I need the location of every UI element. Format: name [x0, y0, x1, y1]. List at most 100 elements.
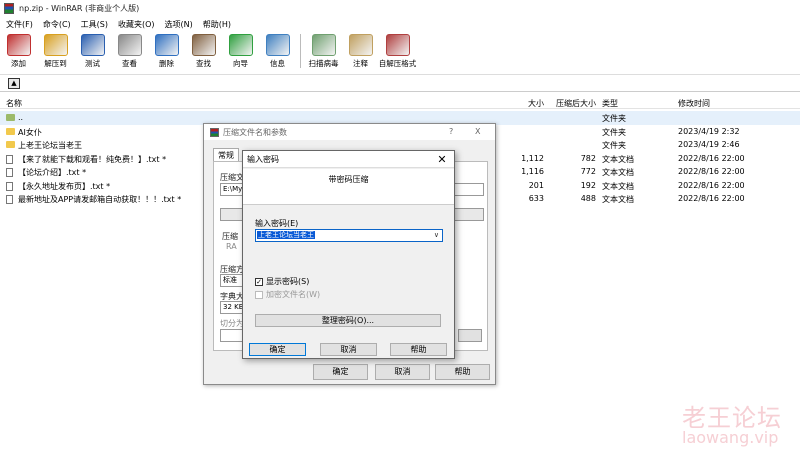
toolbar-label: 查找 — [196, 59, 211, 68]
cell-name: 上老王论坛当老王 — [18, 141, 82, 150]
toolbar-label: 向导 — [233, 59, 248, 68]
up-folder-icon[interactable]: ▲ — [8, 77, 20, 89]
cell-size: 201 — [528, 180, 544, 190]
winrar-small-icon — [210, 127, 219, 137]
password-ok-button[interactable]: 确定 — [249, 343, 306, 356]
title-bar: np.zip - WinRAR (非商业个人版) — [0, 0, 800, 17]
menu-favorites[interactable]: 收藏夹(O) — [118, 19, 155, 30]
toolbar-label: 解压到 — [44, 59, 67, 68]
password-dialog-heading: 带密码压缩 — [243, 169, 454, 205]
add-books-icon — [6, 34, 31, 56]
toolbar-label: 查看 — [122, 59, 137, 68]
password-help-button[interactable]: 帮助 — [390, 343, 447, 356]
encrypt-filenames-checkbox[interactable]: 加密文件名(W) — [255, 289, 320, 300]
encrypt-filenames-label: 加密文件名(W) — [266, 290, 321, 299]
menu-options[interactable]: 选项(N) — [165, 19, 193, 30]
password-label: 输入密码(E) — [255, 219, 299, 228]
tab-general[interactable]: 常规 — [213, 148, 239, 162]
toolbar-button-6[interactable]: 向导 — [222, 31, 259, 71]
wizard-icon — [228, 34, 253, 56]
menu-help[interactable]: 帮助(H) — [203, 19, 231, 30]
chevron-down-icon[interactable]: ∨ — [434, 230, 439, 241]
col-modified[interactable]: 修改时间 — [678, 98, 710, 109]
toolbar-button-9[interactable]: 注释 — [342, 31, 379, 71]
test-book-icon — [80, 34, 105, 56]
cell-type: 文本文档 — [602, 154, 634, 164]
archive-dialog-titlebar: 压缩文件名和参数 ? X — [204, 124, 495, 140]
cell-packed: 192 — [580, 180, 596, 190]
cell-type: 文本文档 — [602, 181, 634, 191]
text-file-icon — [6, 154, 13, 164]
toolbar-button-2[interactable]: 测试 — [74, 31, 111, 71]
archive-format-label: 压缩 — [222, 232, 238, 241]
cell-name: 最新地址及APP请发邮箱自动获取！！！.txt * — [18, 195, 182, 204]
toolbar-button-10[interactable]: 自解压格式 — [379, 31, 416, 71]
cell-type: 文件夹 — [602, 127, 626, 137]
password-dialog-title: 输入密码 — [247, 154, 279, 164]
toolbar-label: 自解压格式 — [378, 59, 417, 68]
cell-size: 1,116 — [521, 167, 544, 176]
cell-name: 【来了就能下载和观看！纯免费！】.txt * — [18, 154, 167, 164]
format-rar-radio[interactable]: RA — [226, 242, 237, 251]
set-password-partial-button[interactable] — [458, 329, 482, 342]
close-icon[interactable]: X — [475, 127, 480, 136]
archive-dialog-title: 压缩文件名和参数 — [223, 127, 287, 137]
close-icon[interactable]: ✕ — [430, 153, 454, 166]
archive-name-label: 压缩文 — [220, 173, 244, 182]
cell-size: 1,112 — [521, 153, 544, 163]
toolbar-button-7[interactable]: 信息 — [259, 31, 296, 71]
info-icon — [265, 34, 290, 56]
help-icon[interactable]: ? — [449, 127, 453, 136]
col-packed[interactable]: 压缩后大小 — [556, 98, 596, 109]
organize-passwords-button[interactable]: 整理密码(O)... — [255, 314, 441, 327]
show-password-checkbox[interactable]: ✓ 显示密码(S) — [255, 276, 309, 287]
watermark-url: laowang.vip — [682, 428, 779, 447]
path-bar: ▲ — [0, 74, 800, 92]
cell-name: 【永久地址发布页】.txt * — [18, 181, 111, 191]
toolbar-button-4[interactable]: 删除 — [148, 31, 185, 71]
toolbar-button-8[interactable]: 扫描病毒 — [305, 31, 342, 71]
archive-help-button[interactable]: 帮助 — [435, 364, 490, 380]
toolbar-button-1[interactable]: 解压到 — [37, 31, 74, 71]
cell-type: 文件夹 — [602, 114, 626, 123]
toolbar-button-5[interactable]: 查找 — [185, 31, 222, 71]
sfx-icon — [385, 34, 410, 56]
view-glasses-icon — [117, 34, 142, 56]
folder-icon — [6, 127, 15, 135]
toolbar-button-0[interactable]: 添加 — [0, 31, 37, 71]
file-list-header: 名称 大小 压缩后大小 类型 修改时间 — [0, 95, 800, 109]
comment-pen-icon — [348, 34, 373, 56]
cell-type: 文本文档 — [602, 195, 634, 204]
menu-file[interactable]: 文件(F) — [6, 19, 33, 30]
cell-name: .. — [18, 113, 24, 122]
cell-modified: 2022/8/16 22:00 — [678, 167, 745, 176]
password-cancel-button[interactable]: 取消 — [320, 343, 377, 356]
toolbar-button-3[interactable]: 查看 — [111, 31, 148, 71]
split-label: 切分为 — [220, 319, 244, 328]
cell-type: 文本文档 — [602, 168, 634, 177]
archive-ok-button[interactable]: 确定 — [313, 364, 368, 380]
menu-tools[interactable]: 工具(S) — [81, 19, 108, 30]
text-file-icon — [6, 181, 13, 191]
col-type[interactable]: 类型 — [602, 98, 618, 109]
cell-packed: 488 — [580, 194, 596, 203]
cell-modified: 2022/8/16 22:00 — [678, 180, 745, 190]
password-dialog-titlebar: 输入密码 ✕ — [243, 151, 454, 167]
menu-bar: 文件(F) 命令(C) 工具(S) 收藏夹(O) 选项(N) 帮助(H) — [0, 17, 800, 31]
menu-commands[interactable]: 命令(C) — [43, 19, 71, 30]
scan-virus-icon — [311, 34, 336, 56]
cell-name: AI女仆 — [18, 127, 42, 137]
cell-packed: 782 — [580, 153, 596, 163]
toolbar-label: 信息 — [270, 59, 285, 68]
toolbar-label: 删除 — [159, 59, 174, 68]
col-name[interactable]: 名称 — [6, 98, 22, 109]
toolbar-separator — [300, 34, 301, 68]
col-size[interactable]: 大小 — [528, 98, 544, 109]
password-value: 上老王论坛当老王 — [257, 231, 315, 239]
password-dialog: 输入密码 ✕ 带密码压缩 输入密码(E) 上老王论坛当老王 ∨ ✓ 显示密码(S… — [242, 150, 455, 359]
find-binoculars-icon — [191, 34, 216, 56]
cell-modified: 2023/4/19 2:46 — [678, 140, 740, 149]
window-title: np.zip - WinRAR (非商业个人版) — [19, 4, 140, 13]
archive-cancel-button[interactable]: 取消 — [375, 364, 430, 380]
password-input[interactable]: 上老王论坛当老王 ∨ — [255, 229, 443, 242]
